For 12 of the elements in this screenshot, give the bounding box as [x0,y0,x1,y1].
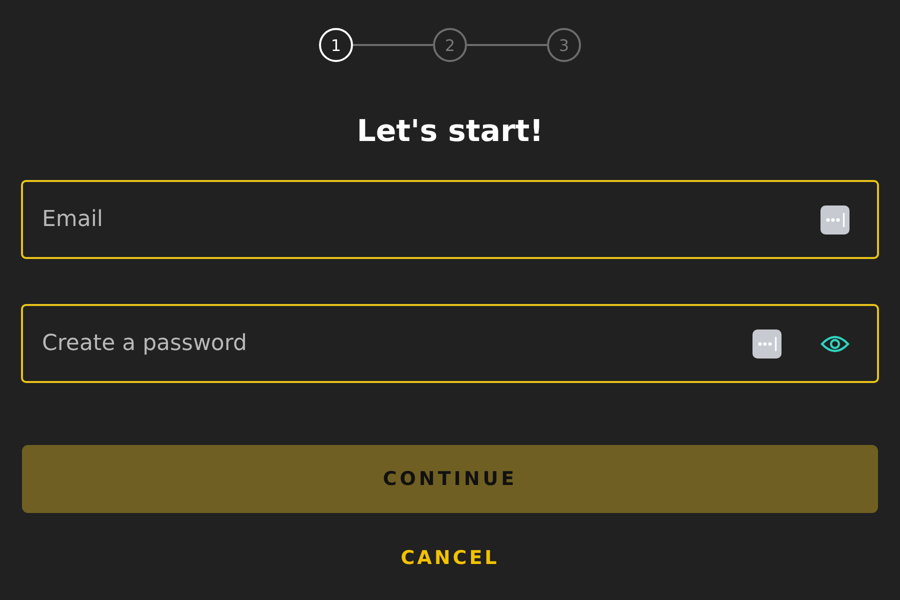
input-field[interactable]: Create a password [42,331,714,356]
eye-icon[interactable] [820,334,850,354]
input-field[interactable]: Email [42,207,782,232]
page-title: Let's start! [356,114,544,149]
cancel-link[interactable]: CANCEL [400,547,500,569]
step-indicator: 2 [433,28,467,62]
password-key-icon[interactable] [752,328,782,358]
step-indicator: 3 [547,28,581,62]
text-field[interactable]: Create a password [21,304,879,383]
password-key-icon[interactable] [820,204,850,234]
text-field[interactable]: Email [21,180,879,259]
step-indicator: 1 [319,28,353,62]
